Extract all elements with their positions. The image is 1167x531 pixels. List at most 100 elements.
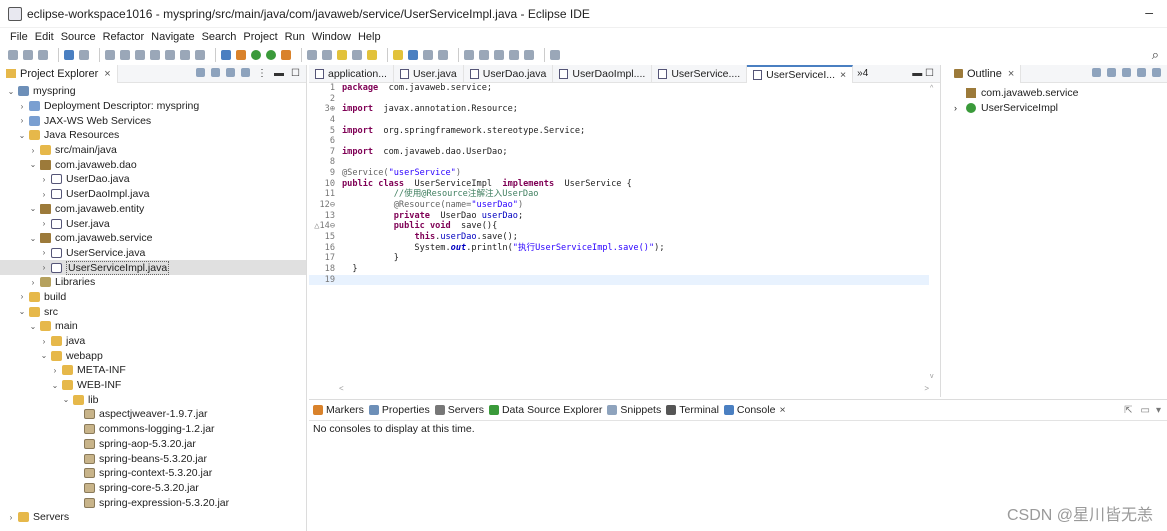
focus-icon[interactable]: [241, 68, 251, 77]
search-toolbar-icon[interactable]: [367, 49, 377, 60]
tree-item[interactable]: ⌄ com.javaweb.service: [0, 231, 306, 246]
menu-edit[interactable]: Edit: [35, 31, 54, 43]
code-line[interactable]: 8: [309, 157, 929, 168]
last-edit-location-icon[interactable]: [494, 49, 504, 60]
code-line[interactable]: 15 this.userDao.save();: [309, 232, 929, 243]
tree-item[interactable]: › Servers: [0, 510, 306, 525]
pilcrow-icon[interactable]: [438, 49, 448, 60]
tab-project-explorer[interactable]: Project Explorer ×: [0, 64, 118, 83]
tree-item[interactable]: ⌄ com.javaweb.dao: [0, 157, 306, 172]
code-line[interactable]: 5 import org.springframework.stereotype.S…: [309, 126, 929, 137]
tree-item[interactable]: › Libraries: [0, 275, 306, 290]
minimize-panel-icon[interactable]: ▭: [1141, 405, 1150, 416]
coverage-icon[interactable]: [221, 49, 231, 60]
show-whitespace-icon[interactable]: [423, 49, 433, 60]
vertical-scrollbar[interactable]: ^ v: [930, 85, 938, 380]
step-return-icon[interactable]: [195, 49, 205, 60]
tree-item[interactable]: spring-context-5.3.20.jar: [0, 466, 306, 481]
chevron-right-icon[interactable]: ›: [17, 116, 27, 125]
forward-icon[interactable]: [524, 49, 534, 60]
editor-minmax-icons[interactable]: ▬ ☐: [912, 68, 934, 79]
tree-item[interactable]: › META-INF: [0, 363, 306, 378]
chevron-down-icon[interactable]: ⌄: [28, 160, 38, 169]
link-with-editor-icon[interactable]: [211, 68, 221, 77]
view-menu-icon[interactable]: ▾: [1156, 405, 1161, 416]
chevron-down-icon[interactable]: ⌄: [50, 381, 60, 390]
chevron-right-icon[interactable]: ›: [50, 366, 60, 375]
tree-item[interactable]: ⌄ lib: [0, 392, 306, 407]
hide-nonpublic-icon[interactable]: [1137, 68, 1146, 77]
toggle-mark-occurrences-icon[interactable]: [393, 49, 403, 60]
tab-overflow-indicator[interactable]: »4: [857, 68, 868, 79]
disconnect-icon[interactable]: [150, 49, 160, 60]
chevron-right-icon[interactable]: ›: [39, 219, 49, 228]
chevron-right-icon[interactable]: ›: [28, 278, 38, 287]
code-line[interactable]: 2: [309, 94, 929, 105]
menu-window[interactable]: Window: [312, 31, 351, 43]
chevron-down-icon[interactable]: ⌄: [28, 322, 38, 331]
code-line[interactable]: 19: [309, 274, 929, 286]
code-line[interactable]: 9 @Service("userService"): [309, 168, 929, 179]
code-area[interactable]: 1 package com.javaweb.service; 2 3⊕ import j…: [309, 83, 929, 383]
tree-item[interactable]: ⌄ main: [0, 319, 306, 334]
chevron-right-icon[interactable]: ›: [17, 292, 27, 301]
tree-item[interactable]: ⌄ webapp: [0, 348, 306, 363]
tree-item[interactable]: spring-core-5.3.20.jar: [0, 481, 306, 496]
menu-run[interactable]: Run: [285, 31, 305, 43]
previous-annotation-icon[interactable]: [479, 49, 489, 60]
back-icon[interactable]: [509, 49, 519, 60]
menu-help[interactable]: Help: [358, 31, 381, 43]
tab-snippets[interactable]: Snippets: [607, 404, 661, 416]
tree-item[interactable]: › UserServiceImpl.java: [0, 260, 306, 275]
toggle-block-selection-icon[interactable]: [408, 49, 418, 60]
chevron-down-icon[interactable]: ⌄: [6, 87, 16, 96]
open-type-icon[interactable]: [337, 49, 347, 60]
chevron-down-icon[interactable]: ⌄: [61, 395, 71, 404]
close-icon[interactable]: ×: [1008, 68, 1014, 80]
resume-icon[interactable]: [105, 49, 115, 60]
code-line[interactable]: 7 import com.javaweb.dao.UserDao;: [309, 147, 929, 158]
code-line[interactable]: 4: [309, 115, 929, 126]
scroll-up-icon[interactable]: ^: [930, 85, 933, 92]
editor-tab[interactable]: UserService....: [652, 64, 748, 83]
minimize-button[interactable]: –: [1145, 4, 1153, 20]
view-menu-icon[interactable]: ⋮: [257, 68, 267, 79]
tree-item[interactable]: ⌄ Java Resources: [0, 128, 306, 143]
chevron-right-icon[interactable]: ›: [6, 513, 16, 522]
sort-icon[interactable]: [1092, 68, 1101, 77]
code-line[interactable]: 16 System.out.println("执行UserServiceImpl…: [309, 243, 929, 254]
code-line[interactable]: 10 public class UserServiceImpl implement…: [309, 179, 929, 190]
tree-item[interactable]: aspectjweaver-1.9.7.jar: [0, 407, 306, 422]
chevron-right-icon[interactable]: ›: [17, 102, 27, 111]
save-all-icon[interactable]: [38, 49, 48, 60]
filter-icon[interactable]: [226, 68, 236, 77]
code-line[interactable]: 12⊖ @Resource(name="userDao"): [309, 200, 929, 211]
hide-local-types-icon[interactable]: [1152, 68, 1161, 77]
new-server-icon[interactable]: [307, 49, 317, 60]
debug-icon[interactable]: [251, 49, 261, 60]
hide-static-icon[interactable]: [1122, 68, 1131, 77]
step-over-icon[interactable]: [180, 49, 190, 60]
external-tools-icon[interactable]: [281, 49, 291, 60]
outline-item[interactable]: › UserServiceImpl: [948, 100, 1167, 115]
code-line[interactable]: 3⊕ import javax.annotation.Resource;: [309, 104, 929, 115]
tree-item[interactable]: ⌄ src: [0, 304, 306, 319]
tab-markers[interactable]: Markers: [313, 404, 364, 416]
suspend-icon[interactable]: [120, 49, 130, 60]
code-line[interactable]: 17 }: [309, 253, 929, 264]
close-icon[interactable]: ×: [840, 69, 846, 81]
menu-project[interactable]: Project: [243, 31, 277, 43]
tree-item[interactable]: › UserService.java: [0, 246, 306, 261]
code-line[interactable]: 6: [309, 136, 929, 147]
minimize-view-icon[interactable]: ▬: [274, 68, 284, 79]
code-line[interactable]: 1 package com.javaweb.service;: [309, 83, 929, 94]
tree-item[interactable]: ⌄ com.javaweb.entity: [0, 202, 306, 217]
chevron-down-icon[interactable]: ⌄: [17, 131, 27, 140]
tree-item[interactable]: spring-beans-5.3.20.jar: [0, 451, 306, 466]
editor-tab[interactable]: UserDao.java: [464, 64, 554, 83]
chevron-right-icon[interactable]: ›: [39, 190, 49, 199]
tab-terminal[interactable]: Terminal: [666, 404, 719, 416]
menu-navigate[interactable]: Navigate: [151, 31, 194, 43]
tab-servers[interactable]: Servers: [434, 404, 484, 416]
collapse-all-icon[interactable]: [196, 68, 206, 77]
